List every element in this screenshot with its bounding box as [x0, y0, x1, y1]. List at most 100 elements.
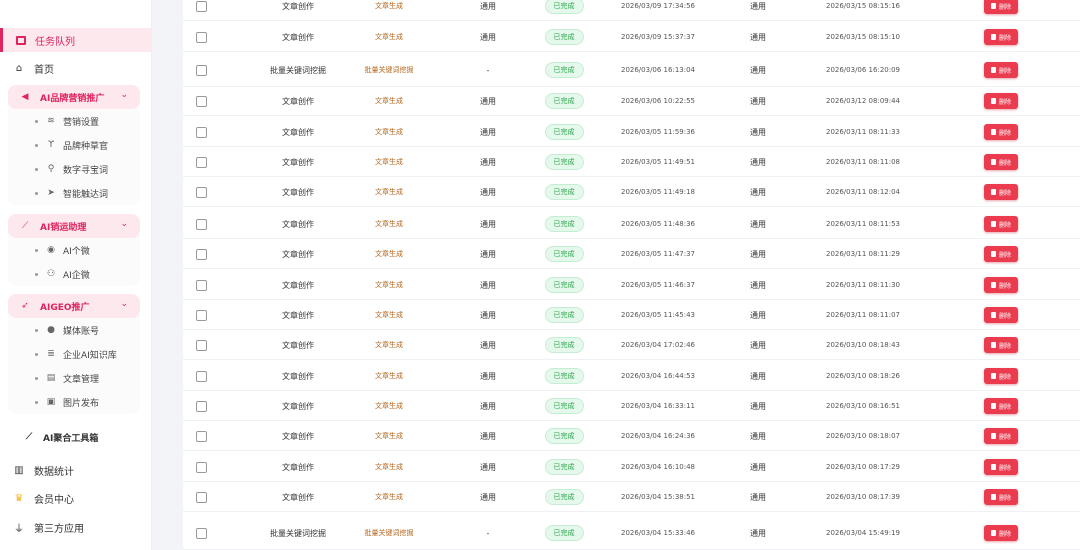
status-badge: 已完成	[544, 246, 584, 262]
row-checkbox[interactable]	[196, 248, 207, 260]
status-badge: 已完成	[544, 337, 584, 353]
action-cell: 删除	[983, 330, 1019, 360]
delete-label: 删除	[998, 67, 1011, 75]
row-checkbox[interactable]	[196, 461, 207, 473]
trash-icon	[990, 159, 996, 165]
row-checkbox[interactable]	[196, 156, 207, 168]
row-checkbox[interactable]	[196, 64, 207, 76]
nav-item-digital-words[interactable]: ⚲ 数字寻宝词	[8, 157, 140, 181]
status-cell: 已完成	[535, 0, 593, 21]
nav-group-sales-assistant-header[interactable]: ⟋ AI销运助理 ⌄	[8, 214, 140, 238]
publish-time-cell: 2026/03/11 08:11:53	[825, 220, 900, 228]
delete-button[interactable]: 删除	[984, 62, 1018, 78]
row-checkbox[interactable]	[196, 126, 207, 138]
row-checkbox[interactable]	[196, 186, 207, 198]
action-cell: 删除	[983, 177, 1019, 207]
bullet-dot	[35, 352, 38, 356]
nav-member-center[interactable]: ♛ 会员中心	[0, 487, 151, 509]
nav-item-article-management[interactable]: ▤ 文章管理	[8, 366, 140, 390]
nav-item-smart-reach[interactable]: ➤ 智能触达词	[8, 181, 140, 205]
status-badge: 已完成	[544, 277, 584, 293]
delete-label: 删除	[998, 221, 1011, 229]
delete-label: 删除	[998, 530, 1011, 538]
delete-button[interactable]: 删除	[984, 246, 1018, 262]
bullet-dot	[35, 328, 38, 332]
created-time-cell: 2026/03/05 11:49:51	[620, 158, 695, 166]
nav-data-stats[interactable]: ▥ 数据统计	[0, 459, 151, 481]
nav-ai-toolbox[interactable]: ⟋ AI聚合工具箱	[8, 425, 140, 449]
database-icon: ≣	[47, 349, 55, 359]
row-checkbox[interactable]	[196, 400, 207, 412]
row-checkbox[interactable]	[196, 309, 207, 321]
nav-item-ai-enterprise-wechat[interactable]: ⚇ AI企微	[8, 262, 140, 286]
delete-button[interactable]: 删除	[984, 29, 1018, 45]
publish-time-cell: 2026/03/10 08:18:43	[825, 341, 900, 349]
nav-group-brand-marketing-header[interactable]: ◀ AI品牌营销推广 ⌄	[8, 85, 140, 109]
row-checkbox[interactable]	[196, 31, 207, 43]
action-cell: 删除	[983, 53, 1019, 87]
delete-label: 删除	[998, 129, 1011, 137]
delete-button[interactable]: 删除	[984, 216, 1018, 232]
action-cell: 删除	[983, 421, 1019, 451]
sub-item-label: 文章管理	[63, 374, 100, 385]
nav-item-ai-personal-wechat[interactable]: ◉ AI个微	[8, 238, 140, 262]
sub-item-label: 营销设置	[63, 117, 100, 128]
nav-item-marketing-settings[interactable]: ≋ 营销设置	[8, 109, 140, 133]
delete-button[interactable]: 删除	[984, 428, 1018, 444]
publish-mode-cell: 通用	[750, 492, 766, 502]
task-type-cell: 文章生成	[375, 249, 403, 258]
publish-mode-cell: 通用	[750, 371, 766, 381]
plug-icon: ⏚	[14, 523, 24, 535]
delete-button[interactable]: 删除	[984, 459, 1018, 475]
delete-button[interactable]: 删除	[984, 489, 1018, 505]
nav-item-media-accounts[interactable]: ● 媒体账号	[8, 318, 140, 342]
delete-button[interactable]: 删除	[984, 307, 1018, 323]
nav-item-knowledge-base[interactable]: ≣ 企业AI知识库	[8, 342, 140, 366]
task-mode-cell: 通用	[480, 462, 496, 472]
trash-icon	[990, 530, 996, 536]
delete-label: 删除	[998, 464, 1011, 472]
nav-group-aigeo-header[interactable]: ➶ AIGEO推广 ⌄	[8, 294, 140, 318]
delete-button[interactable]: 删除	[984, 368, 1018, 384]
chevron-down-icon: ⌄	[120, 219, 128, 229]
delete-button[interactable]: 删除	[984, 184, 1018, 200]
delete-button[interactable]: 删除	[984, 525, 1018, 541]
row-checkbox[interactable]	[196, 430, 207, 442]
created-time-cell: 2026/03/05 11:46:37	[620, 281, 695, 289]
trash-icon	[990, 342, 996, 348]
task-type-cell: 文章生成	[375, 32, 403, 41]
delete-button[interactable]: 删除	[984, 277, 1018, 293]
delete-label: 删除	[998, 98, 1011, 106]
delete-button[interactable]: 删除	[984, 124, 1018, 140]
row-checkbox[interactable]	[196, 0, 207, 12]
task-type-cell: 文章生成	[375, 431, 403, 440]
action-cell: 删除	[983, 86, 1019, 116]
action-cell: 删除	[983, 209, 1019, 239]
delete-button[interactable]: 删除	[984, 0, 1018, 14]
row-checkbox[interactable]	[196, 491, 207, 503]
row-checkbox[interactable]	[196, 279, 207, 291]
created-time-cell: 2026/03/06 10:22:55	[620, 97, 695, 105]
action-cell: 删除	[983, 147, 1019, 177]
delete-button[interactable]: 删除	[984, 337, 1018, 353]
nav-item-image-publish[interactable]: ▣ 图片发布	[8, 390, 140, 414]
delete-button[interactable]: 删除	[984, 154, 1018, 170]
delete-button[interactable]: 删除	[984, 398, 1018, 414]
task-mode-cell: 通用	[480, 401, 496, 411]
publish-time-cell: 2026/03/11 08:12:04	[825, 188, 900, 196]
task-mode-cell: 通用	[480, 340, 496, 350]
row-checkbox[interactable]	[196, 527, 207, 539]
nav-task-queue[interactable]: 任务队列	[0, 28, 151, 52]
created-time-cell: 2026/03/05 11:59:36	[620, 128, 695, 136]
nav-third-party[interactable]: ⏚ 第三方应用	[0, 516, 151, 538]
action-cell: 删除	[983, 482, 1019, 512]
delete-button[interactable]: 删除	[984, 93, 1018, 109]
nav-home[interactable]: ⌂ 首页	[0, 57, 151, 79]
row-checkbox[interactable]	[196, 95, 207, 107]
row-checkbox[interactable]	[196, 339, 207, 351]
row-checkbox[interactable]	[196, 218, 207, 230]
nav-item-brand-seeding[interactable]: ϒ 品牌种草官	[8, 133, 140, 157]
list-icon	[16, 35, 26, 45]
row-checkbox[interactable]	[196, 370, 207, 382]
publish-time-cell: 2026/03/11 08:11:29	[825, 250, 900, 258]
